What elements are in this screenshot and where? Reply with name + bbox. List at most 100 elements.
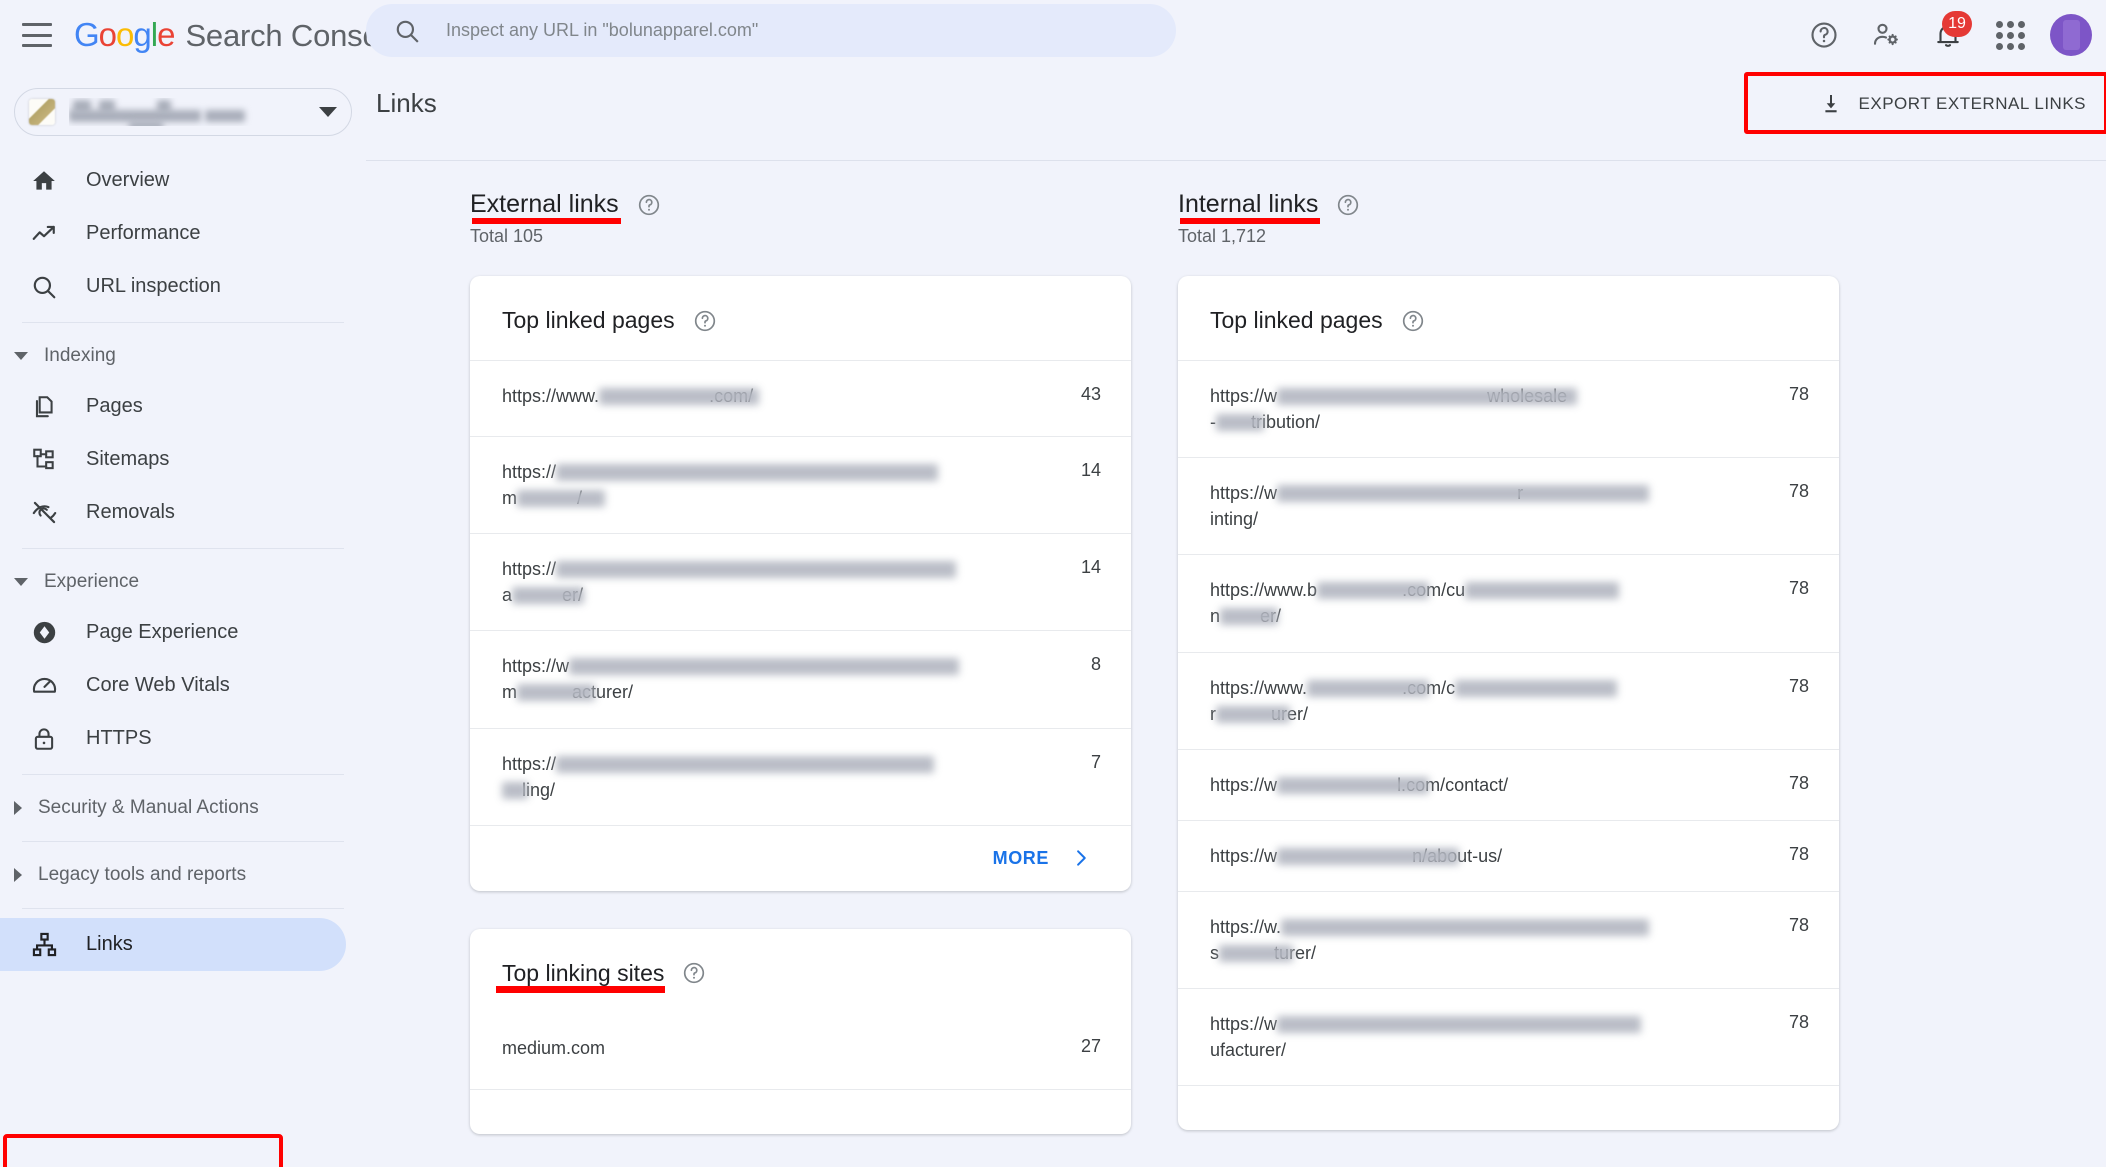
sidebar-item-https[interactable]: HTTPS <box>0 712 346 765</box>
table-row[interactable]: https://w r inting/ 78 <box>1178 457 1839 554</box>
sidebar-item-core-web-vitals[interactable]: Core Web Vitals <box>0 659 346 712</box>
url-inspect-search-bar[interactable] <box>366 4 1176 57</box>
sidebar-item-label: Sitemaps <box>86 448 170 470</box>
google-logo: Google <box>74 16 175 53</box>
card-title: Top linked pages <box>502 307 675 333</box>
sitemap-icon <box>30 446 58 474</box>
sidebar-item-removals[interactable]: Removals <box>0 486 346 539</box>
external-top-linking-sites-card: Top linking sites medium.com 27 <box>470 928 1131 1134</box>
internal-top-linked-pages-card: Top linked pages https://w wholesale - t… <box>1178 276 1839 1131</box>
row-url: https://w wholesale - tribution/ <box>1210 383 1747 435</box>
sidebar-section-label: Legacy tools and reports <box>38 864 247 885</box>
table-row[interactable]: https://www.b .com/cu n er/ 78 <box>1178 554 1839 651</box>
property-favicon <box>29 99 55 125</box>
header-divider <box>366 160 2106 161</box>
external-top-linked-pages-card: Top linked pages https://www. .com/ 43 h… <box>470 276 1131 891</box>
sidebar-item-page-experience[interactable]: Page Experience <box>0 606 346 659</box>
table-row[interactable]: https:// m / 14 <box>470 436 1131 533</box>
sidebar-section-label: Experience <box>44 571 140 592</box>
table-row[interactable]: https:// ling/ 7 <box>470 727 1131 825</box>
sidebar-section-legacy-tools[interactable]: Legacy tools and reports <box>0 851 346 899</box>
row-url: https:// a er/ <box>502 556 1039 608</box>
sidebar-item-label: Page Experience <box>86 621 239 643</box>
user-avatar[interactable] <box>2050 14 2092 56</box>
row-url: https://www. .com/c r urer/ <box>1210 675 1747 727</box>
trending-up-icon <box>30 220 58 248</box>
sidebar-item-sitemaps[interactable]: Sitemaps <box>0 433 346 486</box>
page-experience-icon <box>30 619 58 647</box>
eye-off-icon <box>30 499 58 527</box>
row-value: 78 <box>1788 843 1809 864</box>
table-row[interactable]: https://w ufacturer/ 78 <box>1178 988 1839 1085</box>
page-header: Links EXPORT EXTERNAL LINKS <box>366 70 2106 161</box>
external-links-column: External links Total 105 Top linked page… <box>470 190 1131 1167</box>
sidebar-item-performance[interactable]: Performance <box>0 207 346 260</box>
links-network-icon <box>30 931 58 959</box>
notification-badge: 19 <box>1942 11 1972 37</box>
property-selector[interactable] <box>14 88 352 136</box>
links-highlight-annotation <box>3 1134 283 1167</box>
card-title: Top linking sites <box>495 959 666 993</box>
search-input[interactable] <box>446 20 1156 41</box>
sidebar-item-pages[interactable]: Pages <box>0 380 346 433</box>
help-circle-icon[interactable] <box>693 309 717 333</box>
sidebar-item-label: URL inspection <box>86 275 221 297</box>
help-circle-icon[interactable] <box>1336 193 1360 217</box>
row-url: https://w l.com/contact/ <box>1210 774 1509 795</box>
apps-grid-icon <box>1995 20 2025 50</box>
top-bar-actions: 19 <box>1788 0 2092 70</box>
row-url: https://w m acturer/ <box>502 653 1039 705</box>
table-row[interactable]: https://www. .com/ 43 <box>470 360 1131 436</box>
internal-links-heading[interactable]: Internal links <box>1178 190 1321 224</box>
sidebar-item-label: Performance <box>86 222 201 244</box>
table-row[interactable]: https://www. .com/c r urer/ 78 <box>1178 651 1839 749</box>
help-circle-icon[interactable] <box>1401 309 1425 333</box>
chevron-down-icon <box>14 578 28 586</box>
table-row[interactable]: https://w wholesale - tribution/ 78 <box>1178 360 1839 457</box>
row-url: https://www. .com/ <box>502 383 1039 409</box>
row-url: https://w ufacturer/ <box>1210 1011 1747 1063</box>
download-icon <box>1824 95 1837 113</box>
row-value: 7 <box>1090 751 1101 772</box>
card-rows: https://www. .com/ 43 https:// m / 14 ht… <box>470 360 1131 891</box>
external-links-header: External links Total 105 <box>470 190 1131 247</box>
row-value: 43 <box>1080 384 1101 404</box>
help-circle-icon[interactable] <box>637 193 661 217</box>
table-row[interactable] <box>1178 1085 1839 1130</box>
sidebar-section-experience[interactable]: Experience <box>0 558 346 606</box>
sidebar-item-links[interactable]: Links <box>0 918 346 971</box>
card-rows: https://w wholesale - tribution/ 78 http… <box>1178 360 1839 1130</box>
sidebar-item-url-inspection[interactable]: URL inspection <box>0 260 346 313</box>
table-row[interactable]: https://w. s turer/ 78 <box>1178 890 1839 988</box>
chevron-right-icon <box>14 801 22 815</box>
help-icon <box>1811 22 1837 48</box>
row-value: 78 <box>1788 914 1809 935</box>
sidebar-item-overview[interactable]: Overview <box>0 154 346 207</box>
menu-hamburger-icon[interactable] <box>22 23 52 47</box>
export-external-links-button[interactable]: EXPORT EXTERNAL LINKS <box>1803 79 2102 129</box>
help-button[interactable] <box>1798 9 1850 61</box>
more-button[interactable]: MORE <box>470 824 1131 891</box>
sidebar-section-security-manual-actions[interactable]: Security & Manual Actions <box>0 784 346 832</box>
card-title: Top linked pages <box>1210 307 1383 333</box>
google-search-console-app: Google Search Console Inspect any URL in… <box>0 0 2106 1167</box>
sidebar-section-indexing[interactable]: Indexing <box>0 332 346 380</box>
row-value: 78 <box>1788 772 1809 793</box>
external-links-heading[interactable]: External links <box>470 190 621 224</box>
table-row[interactable]: medium.com 27 <box>470 1013 1131 1089</box>
table-row[interactable] <box>470 1088 1131 1134</box>
table-row[interactable]: https://w l.com/contact/ 78 <box>1178 748 1839 820</box>
table-row[interactable]: https://w m acturer/ 8 <box>470 630 1131 727</box>
table-row[interactable]: https://w n/about-us/ 78 <box>1178 819 1839 891</box>
google-apps-button[interactable] <box>1984 9 2036 61</box>
row-value: 78 <box>1788 675 1809 696</box>
chevron-down-icon <box>14 352 28 360</box>
internal-links-header: Internal links Total 1,712 <box>1178 190 1839 247</box>
chevron-right-icon <box>1077 850 1086 866</box>
row-url: https:// m / <box>502 459 1039 511</box>
table-row[interactable]: https:// a er/ 14 <box>470 533 1131 630</box>
account-settings-button[interactable] <box>1860 9 1912 61</box>
notifications-button[interactable]: 19 <box>1922 9 1974 61</box>
sidebar-divider <box>22 548 344 549</box>
help-circle-icon[interactable] <box>682 961 706 985</box>
